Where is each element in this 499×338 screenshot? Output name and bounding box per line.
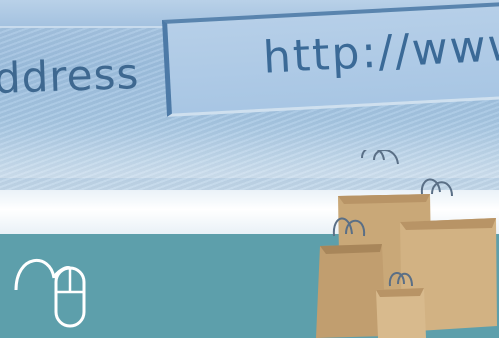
address-value: http://www.	[261, 18, 499, 84]
hero-image: ddress http://www.	[0, 0, 499, 338]
shopping-bags-icon	[316, 150, 497, 338]
address-field: http://www.	[162, 0, 499, 117]
computer-mouse-icon	[14, 259, 86, 328]
address-label: ddress	[0, 48, 141, 103]
